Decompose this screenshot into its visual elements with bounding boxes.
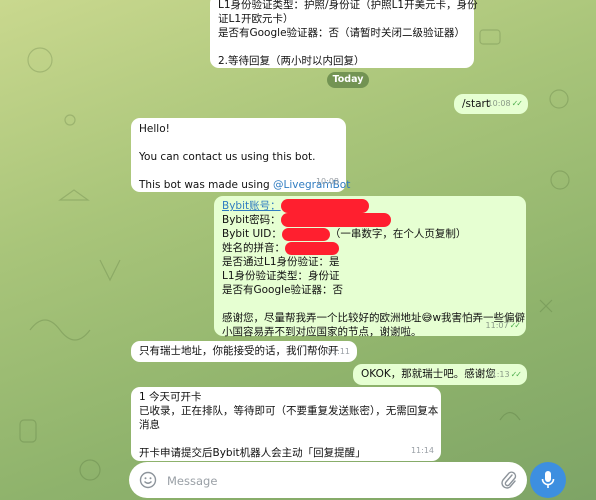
redaction-mark — [281, 227, 330, 241]
message-line: 1 今天可开卡 — [139, 391, 202, 403]
paperclip-icon[interactable] — [500, 470, 518, 490]
message-time: 11:14 — [410, 446, 434, 455]
message-line: L1身份验证类型：护照/身份证（护照L1开美元卡，身份 — [218, 0, 478, 11]
message-line: L1身份验证类型：身份证 — [222, 270, 340, 282]
message-line: Hello! — [139, 123, 170, 135]
message-text: /start — [462, 98, 490, 110]
redaction-mark — [280, 199, 369, 213]
message-line: Bybit UID： （一串数字，在个人页复制） — [222, 227, 467, 241]
message-line: 已收录，正在排队，等待即可（不要重复发送账密），无需回复本 — [139, 405, 439, 417]
message-incoming-hello: Hello! You can contact us using this bot… — [131, 118, 351, 192]
date-divider: Today — [327, 72, 369, 88]
read-ticks-icon: ✓✓ — [510, 370, 522, 379]
message-line — [139, 164, 338, 178]
microphone-button[interactable] — [530, 462, 566, 498]
message-line: 是否有Google验证器：否 — [222, 284, 344, 296]
message-line: Bybit账号： — [222, 199, 518, 213]
read-ticks-icon: ✓✓ — [511, 99, 523, 108]
message-line: 是否有Google验证器：否（请暂时关闭二级验证器） — [218, 27, 466, 39]
message-line: 证L1开欧元卡） — [218, 13, 294, 25]
account-label: Bybit账号： — [222, 200, 281, 212]
emoji-icon[interactable] — [139, 471, 157, 489]
message-line: 是否通过L1身份验证：是 — [222, 256, 340, 268]
message-input[interactable] — [165, 470, 469, 492]
read-ticks-icon: ✓✓ — [509, 321, 521, 330]
message-line: 消息 — [139, 419, 160, 431]
message-line — [139, 432, 433, 446]
message-time: 11:11 — [326, 347, 350, 356]
message-text: 只有瑞士地址，你能接受的话，我们帮你开 — [139, 345, 339, 357]
microphone-icon — [541, 471, 555, 488]
message-line — [218, 40, 466, 54]
redaction-mark — [285, 241, 339, 255]
message-line — [139, 136, 338, 150]
message-line: 小国容易弄不到对应国家的节点，谢谢啦。 — [222, 326, 422, 338]
message-line: You can contact us using this bot. — [139, 151, 316, 163]
message-line: This bot was made using @LivegramBot — [139, 179, 351, 191]
message-outgoing-form: Bybit账号： Bybit密码： Bybit UID： （一串数字，在个人页复制… — [214, 196, 526, 338]
message-line: 感谢您，尽量帮我弄一个比较好的欧洲地址😅w我害怕弄一些偏僻 — [222, 312, 526, 324]
message-incoming-swiss: 只有瑞士地址，你能接受的话，我们帮你开 11:11 — [131, 341, 357, 362]
message-time: 10:08✓✓ — [487, 99, 524, 108]
message-line: 开卡申请提交后Bybit机器人会主动「回复提醒」 — [139, 447, 366, 459]
message-line: 2.等待回复（两小时以内回复） — [218, 55, 365, 67]
message-time: 11:13✓✓ — [486, 370, 523, 379]
redaction-mark — [280, 213, 391, 227]
message-line: 姓名的拼音： — [222, 241, 518, 255]
message-incoming-partial: L1身份验证类型：护照/身份证（护照L1开美元卡，身份 证L1开欧元卡） 是否有… — [210, 0, 478, 68]
message-time: 11:07✓✓ — [485, 321, 522, 330]
message-outgoing-ok: OKOK，那就瑞士吧。感谢您 11:13✓✓ — [353, 364, 527, 385]
sweat-smile-emoji: 😅 — [421, 312, 433, 324]
message-time: 10:08 — [315, 177, 339, 186]
message-composer — [129, 462, 527, 498]
message-outgoing-start: /start 10:08✓✓ — [454, 94, 528, 114]
message-line — [222, 297, 518, 311]
message-text: OKOK，那就瑞士吧。感谢您 — [361, 368, 496, 380]
message-line: Bybit密码： — [222, 213, 518, 227]
message-incoming-queue: 1 今天可开卡 已收录，正在排队，等待即可（不要重复发送账密），无需回复本 消息… — [131, 387, 441, 461]
